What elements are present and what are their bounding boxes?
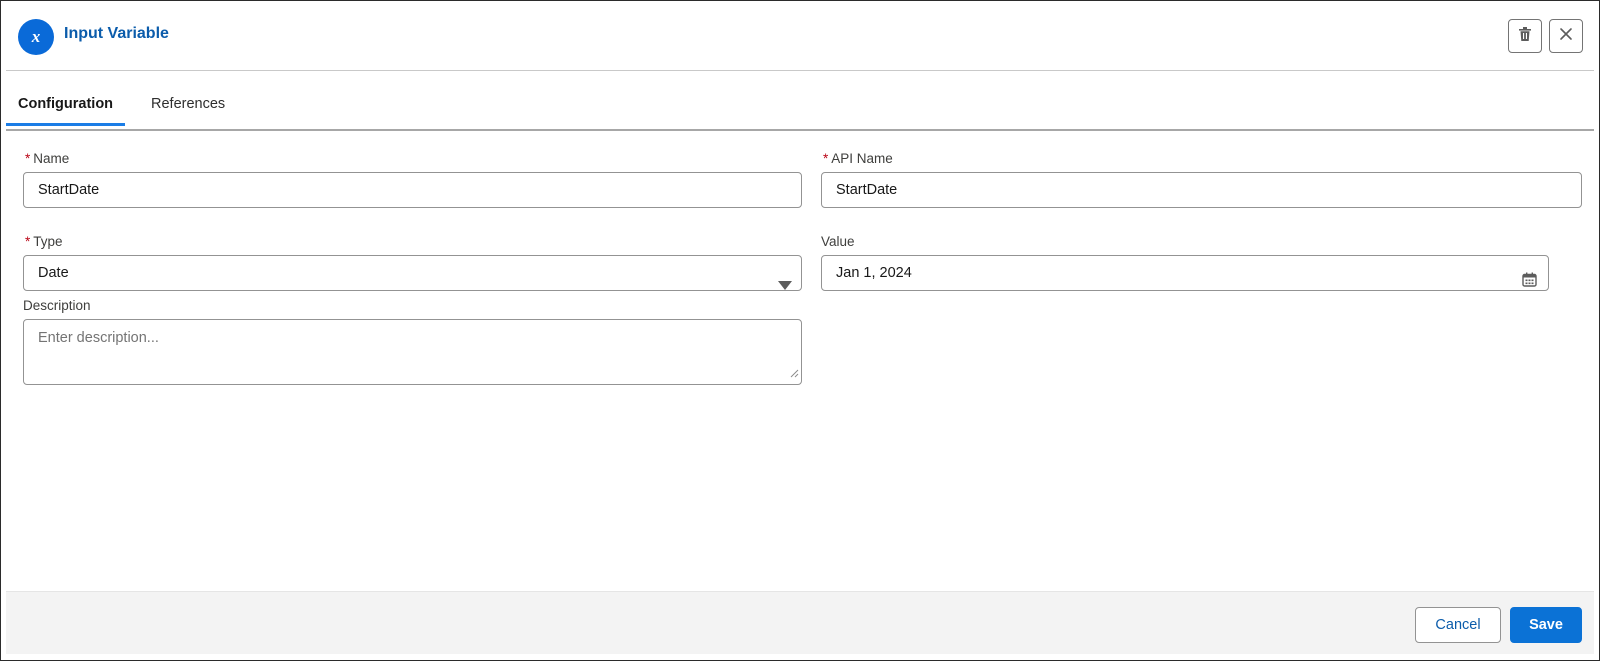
close-button[interactable] [1549,19,1583,53]
required-marker: * [823,151,829,166]
required-marker: * [25,234,31,249]
description-placeholder: Enter description... [38,330,159,346]
type-label: * Type [25,234,63,249]
input-variable-panel: x Input Variable Configuration Reference… [0,0,1600,661]
type-select[interactable]: Date [23,255,802,291]
panel-footer: Cancel Save [6,591,1594,654]
trash-icon [1517,26,1533,47]
tab-references[interactable]: References [139,87,237,127]
chevron-down-icon [778,269,792,303]
panel-title: Input Variable [64,25,169,42]
required-marker: * [25,151,31,166]
name-label: * Name [25,151,70,166]
description-textarea[interactable]: Enter description... [23,319,802,385]
description-label: Description [23,298,91,313]
delete-button[interactable] [1508,19,1542,53]
close-icon [1559,27,1573,46]
resize-handle-icon[interactable] [790,366,799,382]
value-date-text: Jan 1, 2024 [836,265,912,281]
name-input[interactable]: StartDate [23,172,802,208]
calendar-icon[interactable] [1522,266,1537,300]
api-name-label: * API Name [823,151,893,166]
api-name-input[interactable]: StartDate [821,172,1582,208]
value-label: Value [821,234,855,249]
variable-x-icon: x [18,19,54,55]
save-button[interactable]: Save [1510,607,1582,643]
value-date-input[interactable]: Jan 1, 2024 [821,255,1549,291]
tab-bar: Configuration References [6,87,1594,131]
type-select-value: Date [38,265,69,281]
svg-text:x: x [31,29,41,45]
cancel-button[interactable]: Cancel [1415,607,1501,643]
panel-header: x Input Variable [6,1,1594,71]
tab-configuration[interactable]: Configuration [6,87,126,126]
